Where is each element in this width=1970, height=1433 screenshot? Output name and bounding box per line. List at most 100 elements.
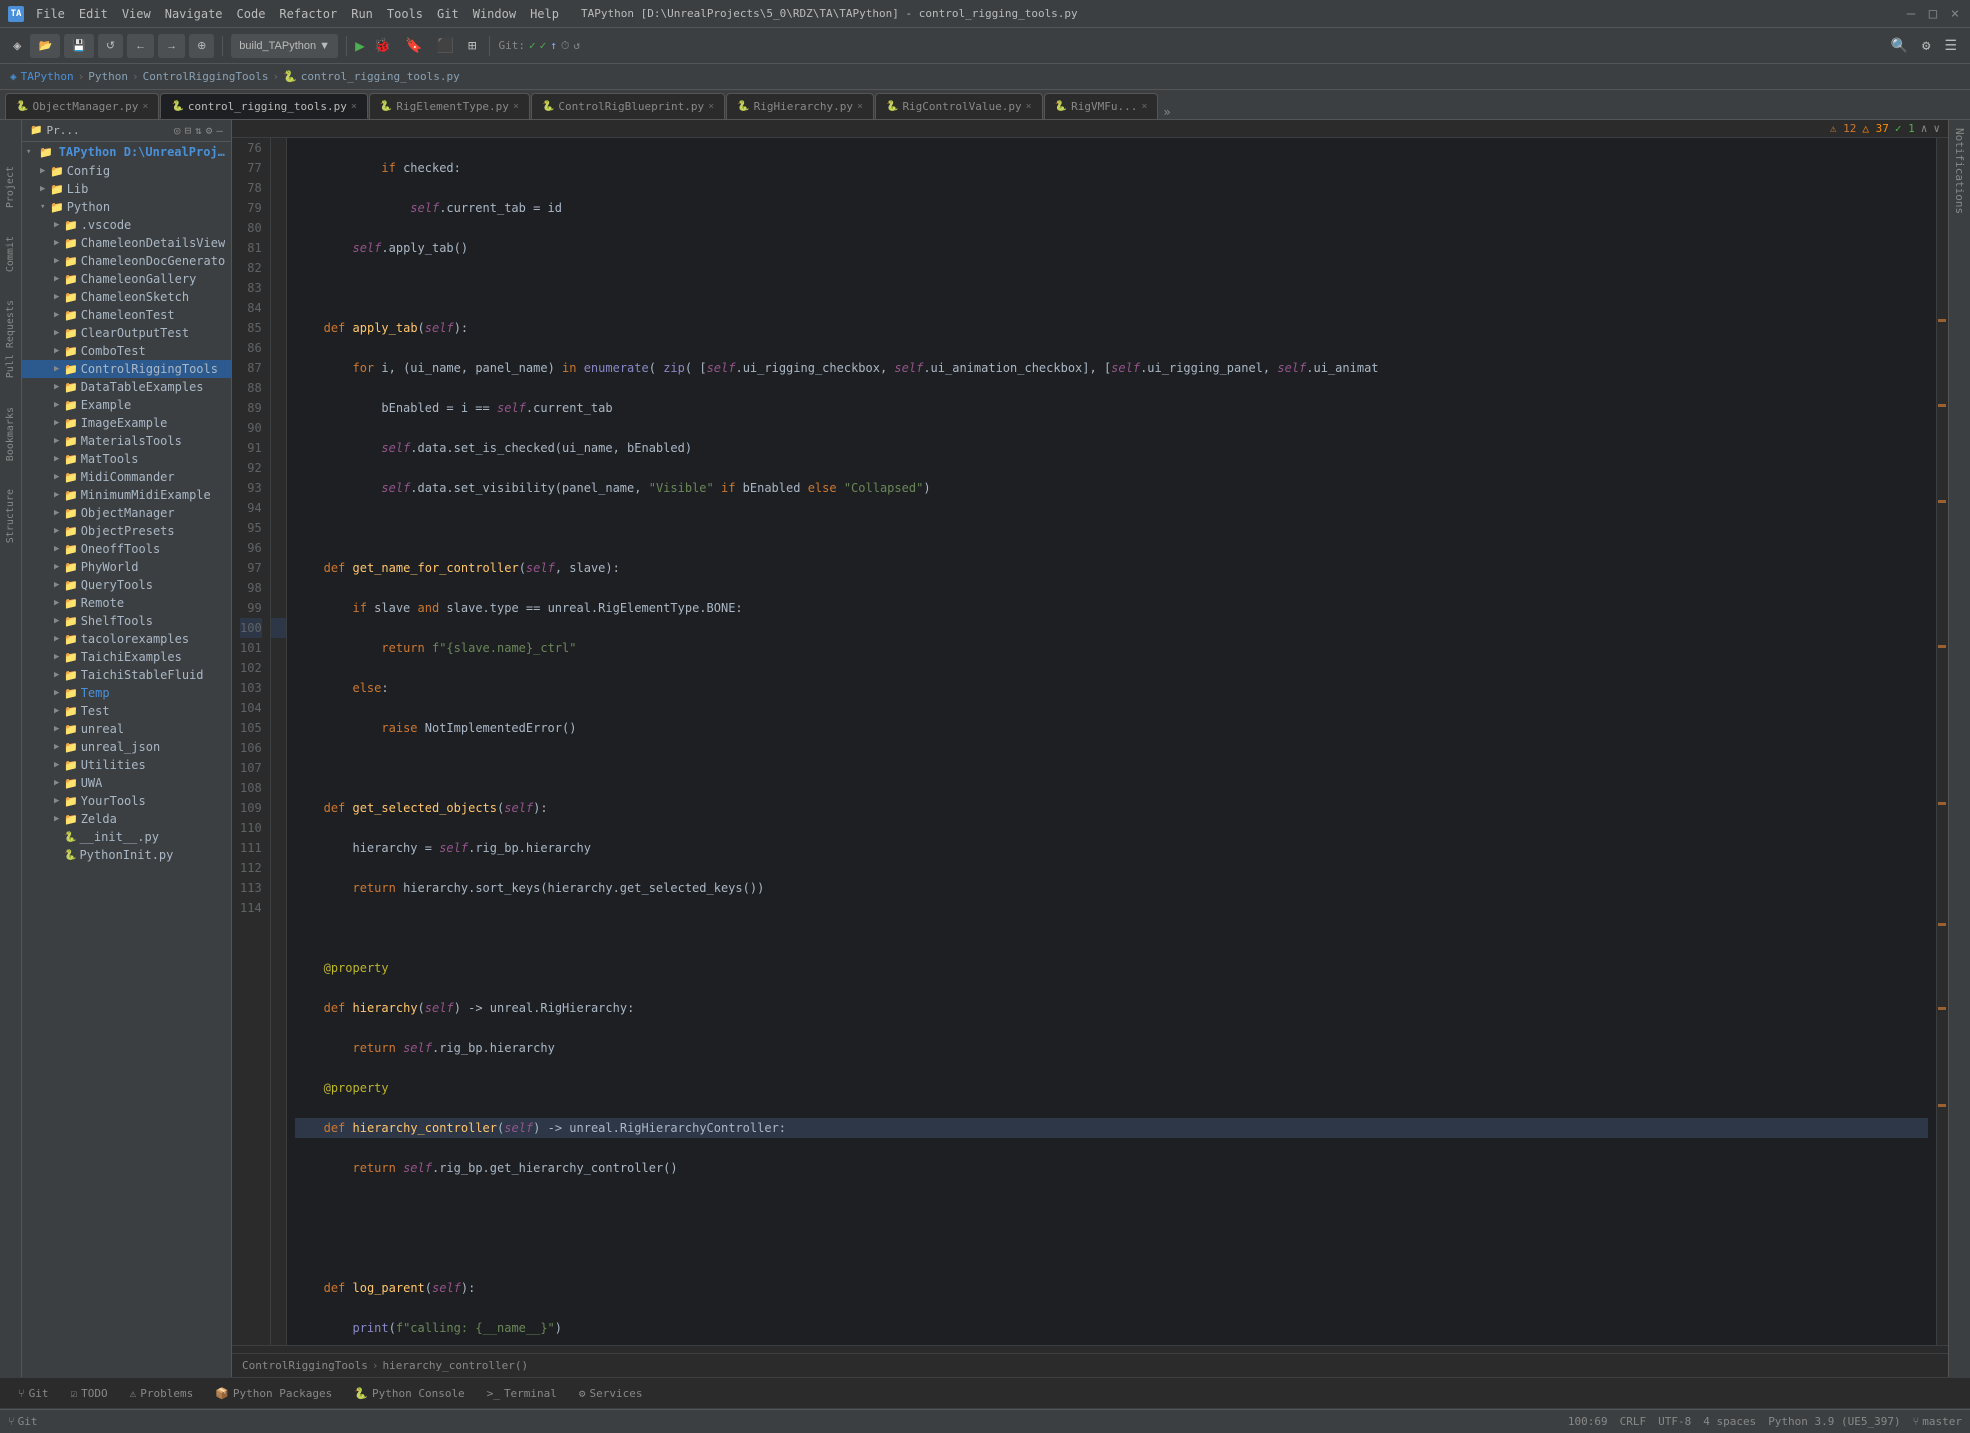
branch-name[interactable]: ⑂ master — [1913, 1415, 1962, 1428]
breadcrumb-part1[interactable]: TAPython — [21, 70, 74, 83]
breadcrumb-part2[interactable]: Python — [88, 70, 128, 83]
indent-info[interactable]: 4 spaces — [1703, 1415, 1756, 1428]
project-tree[interactable]: ▾ 📁 TAPython D:\UnrealProjects\5 ▶ 📁 Con… — [22, 142, 231, 1377]
encoding[interactable]: UTF-8 — [1658, 1415, 1691, 1428]
tab-rigelemtype[interactable]: 🐍 RigElementType.py × — [369, 93, 530, 119]
save-button[interactable]: 💾 — [64, 34, 94, 58]
menu-edit[interactable]: Edit — [73, 5, 114, 23]
menu-help[interactable]: Help — [524, 5, 565, 23]
tree-item-chameleon-test[interactable]: ▶ 📁 ChameleonTest — [22, 306, 231, 324]
settings-icon-tree[interactable]: ⚙ — [206, 124, 213, 137]
run-button[interactable]: ▶ — [355, 36, 365, 55]
bookmarks-label[interactable]: Bookmarks — [3, 401, 18, 467]
tree-item-lib[interactable]: ▶ 📁 Lib — [22, 180, 231, 198]
close-panel-icon[interactable]: — — [216, 124, 223, 137]
tree-item-querytools[interactable]: ▶ 📁 QueryTools — [22, 576, 231, 594]
project-panel-label[interactable]: Project — [3, 160, 18, 214]
line-ending[interactable]: CRLF — [1620, 1415, 1647, 1428]
menu-git[interactable]: Git — [431, 5, 465, 23]
tree-item-example[interactable]: ▶ 📁 Example — [22, 396, 231, 414]
tab-close-3[interactable]: × — [513, 101, 519, 112]
locate-icon[interactable]: ◎ — [174, 124, 181, 137]
tree-item-remote[interactable]: ▶ 📁 Remote — [22, 594, 231, 612]
sort-icon[interactable]: ⇅ — [195, 124, 202, 137]
refresh-button[interactable]: ↺ — [98, 34, 123, 58]
language-info[interactable]: Python 3.9 (UE5_397) — [1768, 1415, 1900, 1428]
more-tabs-icon[interactable]: » — [1163, 105, 1170, 119]
tree-item-phyworld[interactable]: ▶ 📁 PhyWorld — [22, 558, 231, 576]
tree-item-shelftools[interactable]: ▶ 📁 ShelfTools — [22, 612, 231, 630]
tab-objectmanager[interactable]: 🐍 ObjectManager.py × — [5, 93, 159, 119]
tree-item-objectmanager[interactable]: ▶ 📁 ObjectManager — [22, 504, 231, 522]
tab-close-6[interactable]: × — [1026, 101, 1032, 112]
tab-rigctrlval[interactable]: 🐍 RigControlValue.py × — [875, 93, 1043, 119]
search-icon[interactable]: 🔍 — [1886, 35, 1913, 57]
menu-code[interactable]: Code — [231, 5, 272, 23]
tab-close-7[interactable]: × — [1141, 101, 1147, 112]
open-file-button[interactable]: 📂 — [30, 34, 60, 58]
code-editor[interactable]: if checked: self.current_tab = id self.a… — [287, 138, 1936, 1345]
tab-problems[interactable]: ⚠ Problems — [120, 1383, 204, 1404]
scroll-down-btn[interactable]: ∨ — [1933, 122, 1940, 135]
tab-python-packages[interactable]: 📦 Python Packages — [205, 1383, 342, 1404]
horizontal-scrollbar[interactable] — [232, 1345, 1948, 1353]
structure-label[interactable]: Structure — [3, 483, 18, 549]
tree-item-vscode[interactable]: ▶ 📁 .vscode — [22, 216, 231, 234]
menu-refactor[interactable]: Refactor — [273, 5, 343, 23]
breadcrumb-filename[interactable]: control_rigging_tools.py — [301, 70, 460, 83]
scroll-up-btn[interactable]: ∧ — [1921, 122, 1928, 135]
tree-item-chameleon-sketch[interactable]: ▶ 📁 ChameleonSketch — [22, 288, 231, 306]
tree-item-datatable[interactable]: ▶ 📁 DataTableExamples — [22, 378, 231, 396]
collapse-icon[interactable]: ⊟ — [185, 124, 192, 137]
tree-item-mattools[interactable]: ▶ 📁 MatTools — [22, 450, 231, 468]
pull-requests-label[interactable]: Pull Requests — [3, 294, 18, 384]
menu-window[interactable]: Window — [467, 5, 522, 23]
close-button[interactable]: × — [1948, 7, 1962, 21]
profile-button[interactable]: ⬛ — [432, 35, 459, 57]
menu-tools[interactable]: Tools — [381, 5, 429, 23]
tree-item-clearoutput[interactable]: ▶ 📁 ClearOutputTest — [22, 324, 231, 342]
notifications-label[interactable]: Notifications — [1951, 124, 1968, 218]
tab-controlrigging[interactable]: 🐍 control_rigging_tools.py × — [160, 93, 367, 119]
tab-git[interactable]: ⑂ Git — [8, 1383, 58, 1404]
tree-item-materials[interactable]: ▶ 📁 MaterialsTools — [22, 432, 231, 450]
tab-close-1[interactable]: × — [142, 101, 148, 112]
menu-run[interactable]: Run — [345, 5, 379, 23]
tree-item-ctrlrig[interactable]: ▶ 📁 ControlRiggingTools — [22, 360, 231, 378]
settings-icon[interactable]: ⚙ — [1917, 35, 1935, 57]
tree-item-uwa[interactable]: ▶ 📁 UWA — [22, 774, 231, 792]
tree-item-pythoninit[interactable]: 🐍 PythonInit.py — [22, 846, 231, 864]
tree-item-unreal[interactable]: ▶ 📁 unreal — [22, 720, 231, 738]
tree-item-chameleon-doc[interactable]: ▶ 📁 ChameleonDocGenerato — [22, 252, 231, 270]
tree-item-test[interactable]: ▶ 📁 Test — [22, 702, 231, 720]
tree-item-utilities[interactable]: ▶ 📁 Utilities — [22, 756, 231, 774]
editor-scrollbar[interactable] — [1936, 138, 1948, 1345]
tree-item-init[interactable]: 🐍 __init__.py — [22, 828, 231, 846]
coverage-button[interactable]: 🔖 — [400, 35, 427, 57]
tree-item-python[interactable]: ▾ 📁 Python — [22, 198, 231, 216]
tree-item-imageex[interactable]: ▶ 📁 ImageExample — [22, 414, 231, 432]
tab-close-2[interactable]: × — [351, 101, 357, 112]
tree-root-item[interactable]: ▾ 📁 TAPython D:\UnrealProjects\5 — [22, 142, 231, 162]
tree-item-zelda[interactable]: ▶ 📁 Zelda — [22, 810, 231, 828]
menu-file[interactable]: File — [30, 5, 71, 23]
tree-item-taichi-ex[interactable]: ▶ 📁 TaichiExamples — [22, 648, 231, 666]
tree-item-config[interactable]: ▶ 📁 Config — [22, 162, 231, 180]
tree-item-combotest[interactable]: ▶ 📁 ComboTest — [22, 342, 231, 360]
tab-close-4[interactable]: × — [708, 101, 714, 112]
forward-button[interactable]: → — [158, 34, 185, 58]
tree-item-objectpresets[interactable]: ▶ 📁 ObjectPresets — [22, 522, 231, 540]
tab-close-5[interactable]: × — [857, 101, 863, 112]
tab-righierarchy[interactable]: 🐍 RigHierarchy.py × — [726, 93, 874, 119]
tab-services[interactable]: ⚙ Services — [569, 1383, 653, 1404]
tree-item-minimumidi[interactable]: ▶ 📁 MinimumMidiExample — [22, 486, 231, 504]
tab-todo[interactable]: ☑ TODO — [60, 1383, 117, 1404]
tab-ctrlrigbp[interactable]: 🐍 ControlRigBlueprint.py × — [531, 93, 725, 119]
tree-item-yourtools[interactable]: ▶ 📁 YourTools — [22, 792, 231, 810]
tree-item-chameleon-details[interactable]: ▶ 📁 ChameleonDetailsView — [22, 234, 231, 252]
commit-panel-label[interactable]: Commit — [3, 230, 18, 278]
tree-item-midicommander[interactable]: ▶ 📁 MidiCommander — [22, 468, 231, 486]
tree-item-unreal-json[interactable]: ▶ 📁 unreal_json — [22, 738, 231, 756]
minimize-button[interactable]: — — [1904, 7, 1918, 21]
back-button[interactable]: ← — [127, 34, 154, 58]
